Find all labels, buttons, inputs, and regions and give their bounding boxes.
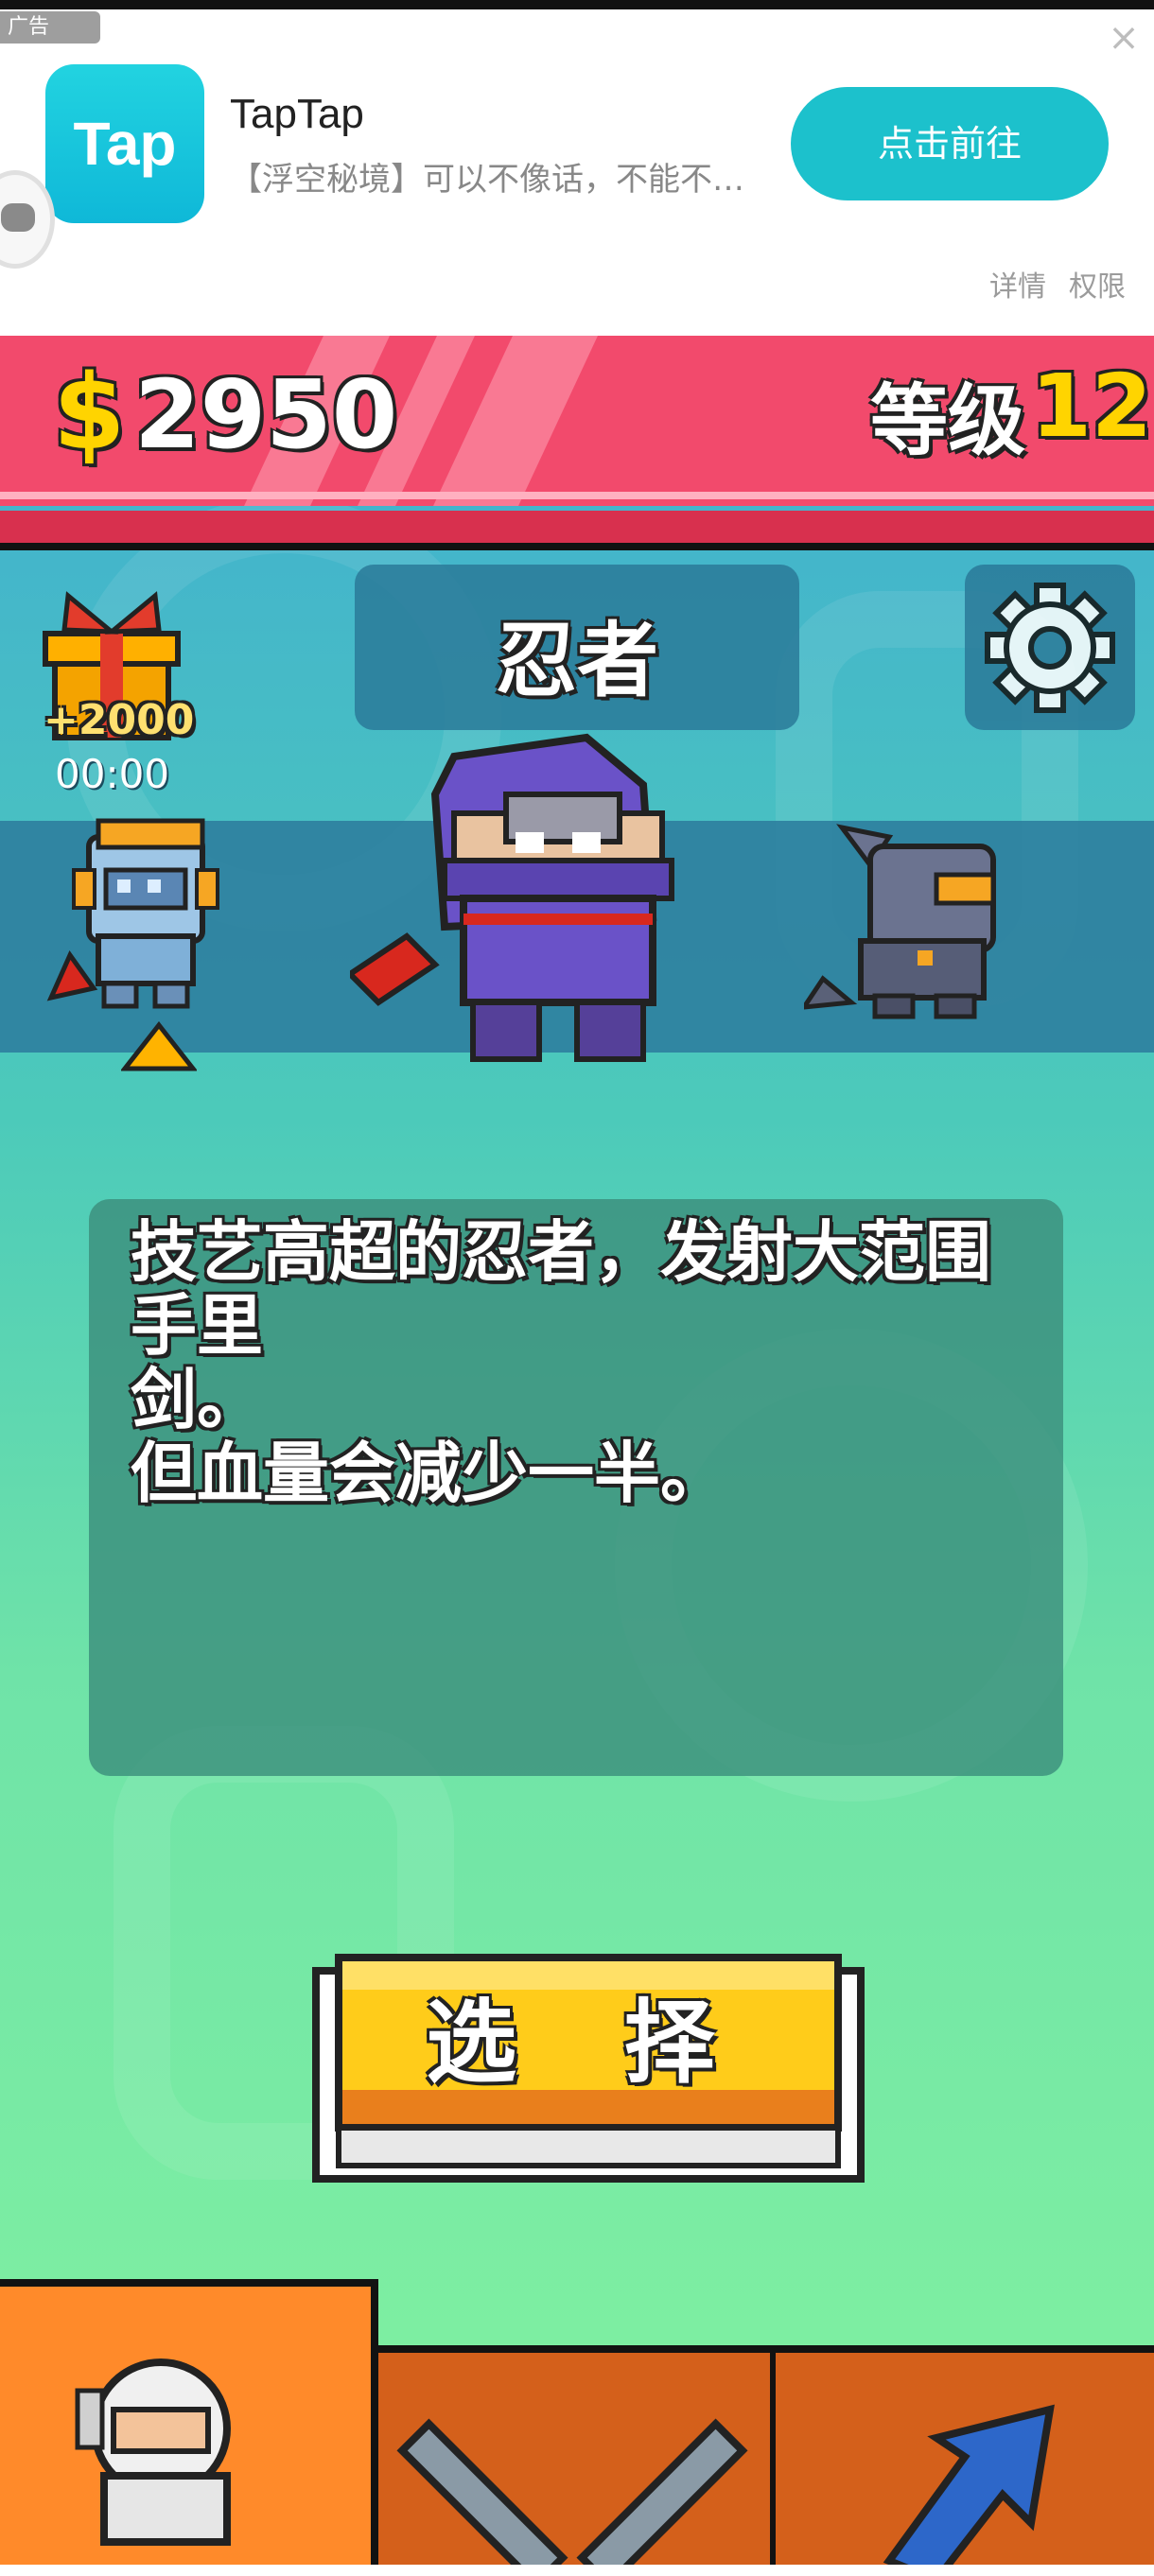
- taptap-logo[interactable]: Tap: [45, 64, 204, 223]
- ad-cta-button[interactable]: 点击前往: [791, 87, 1109, 200]
- ninja-character[interactable]: [350, 728, 728, 1088]
- knight-character[interactable]: [42, 813, 250, 1021]
- ad-description[interactable]: 【浮空秘境】可以不像话，不能不…: [230, 153, 744, 200]
- ad-close-icon[interactable]: ×: [1105, 19, 1143, 57]
- settings-button[interactable]: [965, 565, 1135, 730]
- select-button-label[interactable]: 选 择: [350, 1969, 829, 2100]
- character-description: 技艺高超的忍者，发射大范围手里 剑。 但血量会减少一半。: [131, 1215, 1029, 1510]
- tab-weapons[interactable]: [378, 2345, 776, 2576]
- hud-shadow: [0, 511, 1154, 550]
- taptap-logo-text: Tap: [73, 110, 177, 178]
- gift-bonus: +2000: [44, 696, 195, 744]
- description-line: 但血量会减少一半。: [131, 1435, 726, 1512]
- ad-detail-link[interactable]: 详情: [989, 263, 1046, 305]
- ad-label: 广告: [0, 11, 100, 44]
- tab-heroes[interactable]: [0, 2279, 378, 2565]
- ad-label-text: 广告: [8, 15, 50, 39]
- selection-arrow-icon: [121, 1021, 197, 1071]
- ad-permissions-link[interactable]: 权限: [1069, 263, 1126, 305]
- robot-knight-character[interactable]: [804, 818, 1031, 1021]
- astronaut-icon: [75, 2358, 231, 2546]
- gift-timer: 00:00: [55, 751, 170, 797]
- hud-highlight: [0, 492, 1154, 499]
- crossed-swords-icon: [396, 2418, 748, 2576]
- level-value: 12: [1031, 356, 1153, 457]
- coin-count: 2950: [134, 359, 398, 470]
- ad-app-name[interactable]: TapTap: [230, 91, 364, 138]
- tab-upgrade[interactable]: [776, 2345, 1154, 2576]
- status-strip: [0, 0, 1154, 9]
- description-line: 技艺高超的忍者，发射大范围手里: [131, 1213, 991, 1365]
- character-name: 忍者: [496, 614, 658, 708]
- arrow-up-icon: [883, 2404, 1055, 2576]
- gear-icon: [985, 583, 1115, 713]
- coin-icon: $: [53, 352, 126, 473]
- level-label: 等级: [870, 376, 1026, 466]
- description-line: 剑。: [131, 1361, 263, 1438]
